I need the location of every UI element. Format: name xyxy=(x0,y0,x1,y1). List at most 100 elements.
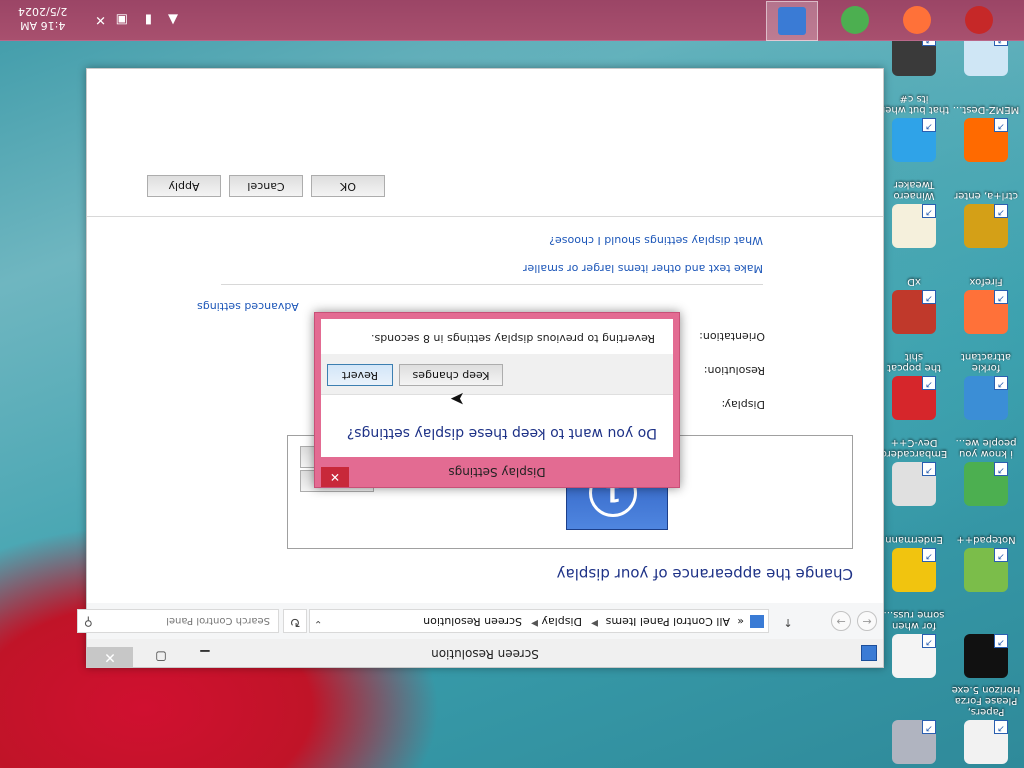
desktop-icon[interactable]: ↗ MEMZ-Dest... xyxy=(950,104,1022,162)
close-icon: ✕ xyxy=(329,470,341,484)
up-button[interactable]: ↑ xyxy=(779,613,797,631)
which-settings-link[interactable]: What display settings should I choose? xyxy=(549,234,763,247)
desktop-icon-label: the popcat shit xyxy=(887,351,941,373)
shortcut-arrow-icon: ↗ xyxy=(994,720,1008,734)
desktop-icon[interactable]: ↗ Firefox xyxy=(950,276,1022,334)
desktop-icon-label: Notepad++ xyxy=(956,534,1016,545)
desktop-icon[interactable]: ↗ forkie attractant xyxy=(950,351,1022,420)
keep-changes-button[interactable]: Keep changes xyxy=(399,364,503,386)
shortcut-arrow-icon: ↗ xyxy=(994,376,1008,390)
divider xyxy=(221,284,763,285)
address-bar: ← → ↑ « All Control Panel Items ▶ Displa… xyxy=(77,603,883,639)
firefox-icon: ↗ xyxy=(964,290,1008,334)
display-settings-dialog: Display Settings ✕ Do you want to keep t… xyxy=(314,312,680,488)
search-input[interactable] xyxy=(108,612,272,630)
chaos-icon: ↗ xyxy=(964,634,1008,678)
control-panel-location-icon xyxy=(750,615,764,628)
taskbar-firefox-button[interactable] xyxy=(892,1,942,39)
shortcut-arrow-icon: ↗ xyxy=(994,634,1008,648)
chrome-icon: ↗ xyxy=(964,462,1008,506)
desktop-icon-label: Firefox xyxy=(969,276,1003,287)
chrome-icon xyxy=(841,6,869,34)
display-label: Display: xyxy=(721,398,765,411)
chevron-down-icon[interactable]: ⌄ xyxy=(314,618,322,629)
shortcut-arrow-icon: ↗ xyxy=(922,462,936,476)
taskbar-settings-app-button[interactable] xyxy=(766,1,818,41)
picture-icon: ↗ xyxy=(892,548,936,592)
desktop-icon-label: Endermann xyxy=(885,534,943,545)
desktop-icon[interactable]: ↗ ctrl+a, enter xyxy=(950,190,1022,248)
breadcrumb-separator-icon: ▶ xyxy=(531,618,538,628)
fish-icon: ↗ xyxy=(892,290,936,334)
taskbar-other-app-button[interactable] xyxy=(954,1,1004,39)
maximize-button[interactable]: ▢ xyxy=(147,647,175,667)
dialog-footer: Keep changes Revert xyxy=(321,354,673,395)
shortcut-arrow-icon: ↗ xyxy=(994,548,1008,562)
desktop: ↗ Papers, Please Forza Horizon 5.exe ↗ ↗ ↗ fo… xyxy=(0,0,1024,768)
search-box[interactable]: ⚲ xyxy=(77,609,279,633)
breadcrumb-display[interactable]: Display xyxy=(541,615,582,628)
folder-icon: ↗ xyxy=(892,462,936,506)
taskbar-chrome-button[interactable] xyxy=(830,1,880,39)
desktop-icon-label: Winaero Tweaker xyxy=(893,179,935,201)
volume-muted-icon[interactable]: ✕ xyxy=(95,12,106,27)
orientation-label: Orientation: xyxy=(699,330,765,343)
clock[interactable]: 4:16 AM 2/5/2024 xyxy=(18,4,67,32)
text-size-link[interactable]: Make text and other items larger or smal… xyxy=(523,262,763,275)
cancel-button[interactable]: Cancel xyxy=(229,175,303,197)
advanced-settings-link[interactable]: Advanced settings xyxy=(197,300,299,313)
desktop-icon[interactable]: ↗ Winaero Tweaker xyxy=(878,179,950,248)
breadcrumb-all-control-panel-items[interactable]: All Control Panel Items xyxy=(606,615,730,628)
desktop-icon[interactable]: ↗ Embarcadero Dev-C++ xyxy=(878,437,950,506)
back-button[interactable]: ← xyxy=(857,611,877,631)
shortcut-arrow-icon: ↗ xyxy=(922,204,936,218)
system-tray: ▲ ▮ ▣ ✕ 4:16 AM 2/5/2024 xyxy=(0,0,200,40)
desktop-icon[interactable]: ↗ the popcat shit xyxy=(878,351,950,420)
settings-app-icon xyxy=(778,7,806,35)
network-icon[interactable]: ▮ xyxy=(145,12,152,27)
chevron-up-icon[interactable]: ▲ xyxy=(168,12,178,27)
document-icon: ↗ xyxy=(964,720,1008,764)
ok-button[interactable]: OK xyxy=(311,175,385,197)
battery-icon[interactable]: ▣ xyxy=(116,12,128,27)
flash-icon: ↗ xyxy=(892,720,936,764)
desktop-icon[interactable]: ↗ Endermann xyxy=(878,534,950,592)
devcpp-icon: ↗ xyxy=(892,376,936,420)
forward-arrow-icon: → xyxy=(836,615,846,628)
winaero-icon: ↗ xyxy=(892,118,936,162)
shortcut-arrow-icon: ↗ xyxy=(994,290,1008,304)
shortcut-arrow-icon: ↗ xyxy=(994,462,1008,476)
desktop-icon[interactable]: ↗ xD xyxy=(878,276,950,334)
desktop-icon[interactable]: ↗ Notepad++ xyxy=(950,534,1022,592)
shortcut-arrow-icon: ↗ xyxy=(922,290,936,304)
page-heading: Change the appearance of your display xyxy=(556,565,853,583)
notepad-icon: ↗ xyxy=(964,548,1008,592)
breadcrumb-separator-icon: ▶ xyxy=(591,618,598,628)
refresh-button[interactable]: ↻ xyxy=(283,609,307,633)
apply-button[interactable]: Apply xyxy=(147,175,221,197)
desktop-icon[interactable]: ↗ xyxy=(878,717,950,764)
desktop-icon-label: Papers, Please Forza Horizon 5.exe xyxy=(951,684,1021,717)
title-bar[interactable]: Screen Resolution ▁ ▢ ✕ xyxy=(87,639,883,667)
breadcrumb-overflow[interactable]: « xyxy=(737,615,744,628)
dialog-close-button[interactable]: ✕ xyxy=(321,467,349,487)
desktop-icon-label: ctrl+a, enter xyxy=(954,190,1018,201)
forward-button[interactable]: → xyxy=(831,611,851,631)
dialog-title: Display Settings xyxy=(448,465,546,479)
minimize-button[interactable]: ▁ xyxy=(191,647,219,667)
desktop-icon[interactable]: ↗ that but when its c# xyxy=(878,93,950,162)
breadcrumb-screen-resolution[interactable]: Screen Resolution xyxy=(423,615,522,628)
search-icon[interactable]: ⚲ xyxy=(84,615,93,629)
desktop-icon[interactable]: ↗ for when some russ... xyxy=(878,609,950,678)
desktop-icon-label: MEMZ-Dest... xyxy=(952,104,1020,115)
shortcut-arrow-icon: ↗ xyxy=(994,118,1008,132)
desktop-icon[interactable]: ↗ Papers, Please Forza Horizon 5.exe xyxy=(950,684,1022,764)
dialog-title-bar[interactable]: Display Settings ✕ xyxy=(315,457,679,487)
revert-button[interactable]: Revert xyxy=(327,364,393,386)
desktop-icon[interactable]: ↗ i know you people we... xyxy=(950,437,1022,506)
up-arrow-icon: ↑ xyxy=(783,616,793,629)
desktop-icon[interactable]: ↗ xyxy=(950,631,1022,678)
address-input[interactable]: « All Control Panel Items ▶ Display ▶ Sc… xyxy=(309,609,769,633)
shortcut-arrow-icon: ↗ xyxy=(994,204,1008,218)
close-button[interactable]: ✕ xyxy=(87,647,133,667)
